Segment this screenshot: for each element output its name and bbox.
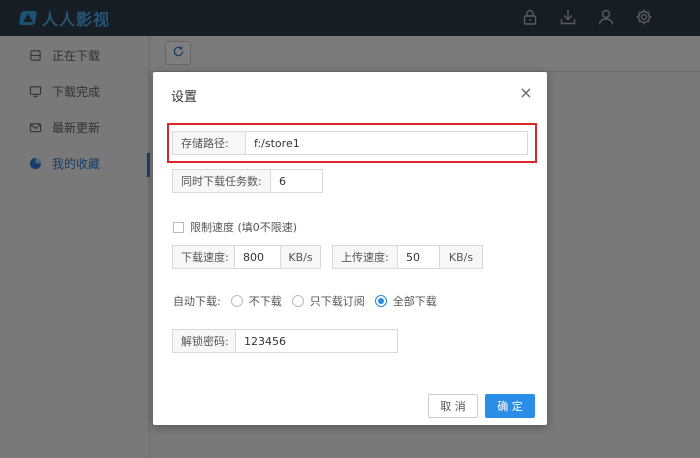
- cancel-button[interactable]: 取 消: [428, 394, 478, 418]
- radio-none[interactable]: [230, 295, 243, 307]
- download-speed-label: 下载速度:: [172, 245, 235, 269]
- radio-subscribed[interactable]: [291, 295, 304, 307]
- limit-speed-checkbox[interactable]: [173, 221, 184, 233]
- radio-all[interactable]: [374, 295, 387, 307]
- radio-option-all[interactable]: 全部下载: [374, 293, 437, 309]
- upload-speed-row: 上传速度: 50 KB/s: [332, 245, 483, 269]
- radio-label: 全部下载: [392, 295, 437, 308]
- download-speed-unit: KB/s: [281, 245, 321, 269]
- settings-dialog: 设置 × 存储路径: f:/store1 同时下载任务数: 6 限制速度 (填0…: [153, 72, 547, 425]
- storage-path-row: 存储路径: f:/store1: [172, 131, 528, 155]
- storage-path-input[interactable]: f:/store1: [246, 131, 528, 155]
- storage-path-label: 存储路径:: [172, 131, 246, 155]
- download-speed-row: 下载速度: 800 KB/s: [172, 245, 321, 269]
- radio-option-subscribed[interactable]: 只下载订阅: [291, 293, 365, 309]
- upload-speed-input[interactable]: 50: [398, 245, 440, 269]
- concurrent-label: 同时下载任务数:: [172, 169, 271, 193]
- radio-label: 只下载订阅: [309, 295, 365, 308]
- close-icon[interactable]: ×: [517, 84, 535, 102]
- dialog-title: 设置: [171, 90, 198, 105]
- auto-download-label: 自动下载:: [173, 295, 221, 308]
- unlock-password-label: 解锁密码:: [172, 329, 236, 353]
- concurrent-row: 同时下载任务数: 6: [172, 169, 323, 193]
- radio-label: 不下载: [248, 295, 282, 308]
- unlock-password-input[interactable]: 123456: [236, 329, 398, 353]
- concurrent-input[interactable]: 6: [271, 169, 323, 193]
- limit-speed-label: 限制速度 (填0不限速): [190, 221, 298, 234]
- ok-button[interactable]: 确 定: [485, 394, 535, 418]
- limit-speed-row: 限制速度 (填0不限速): [173, 219, 297, 235]
- auto-download-row: 自动下载: 不下载 只下载订阅 全部下载: [173, 293, 437, 309]
- radio-option-none[interactable]: 不下载: [230, 293, 282, 309]
- unlock-password-row: 解锁密码: 123456: [172, 329, 398, 353]
- download-speed-input[interactable]: 800: [235, 245, 281, 269]
- upload-speed-label: 上传速度:: [332, 245, 398, 269]
- upload-speed-unit: KB/s: [440, 245, 483, 269]
